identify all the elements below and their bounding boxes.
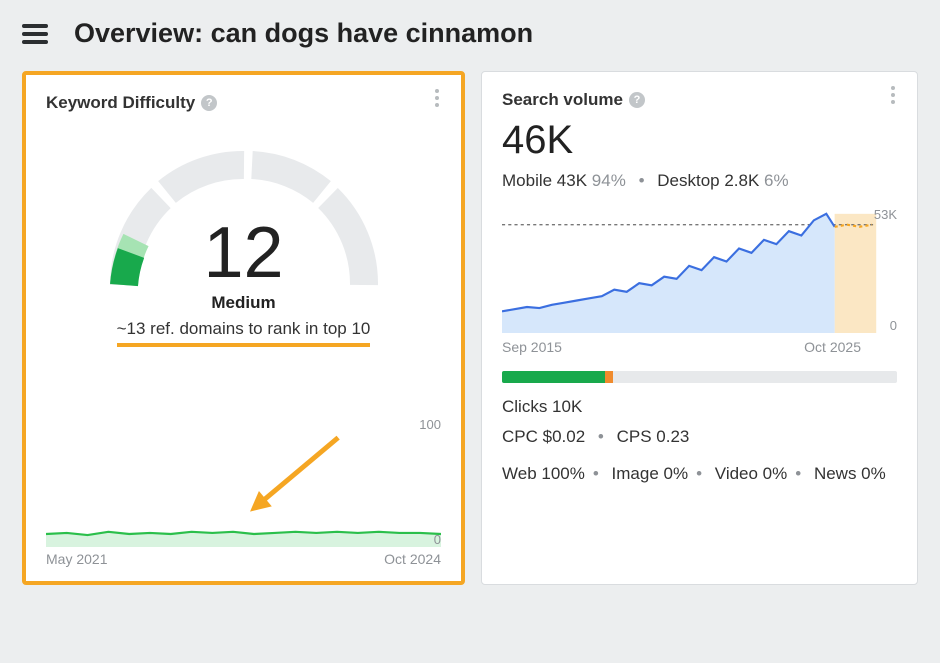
kd-x-start: May 2021	[46, 551, 107, 567]
sv-y-min: 0	[890, 318, 897, 333]
sv-x-start: Sep 2015	[502, 339, 562, 355]
sv-trend-chart: 53K 0	[502, 203, 897, 333]
kd-y-max: 100	[419, 417, 441, 432]
sv-title: Search volume	[502, 90, 623, 110]
kd-difficulty-label: Medium	[211, 293, 275, 313]
keyword-difficulty-card: Keyword Difficulty ? 12 Medium ~13 ref. …	[22, 71, 465, 585]
sv-x-end: Oct 2025	[804, 339, 861, 355]
kd-hint: ~13 ref. domains to rank in top 10	[117, 319, 371, 347]
traffic-bar	[502, 371, 897, 383]
sv-card-menu[interactable]	[885, 86, 901, 104]
search-volume-card: Search volume ? 46K Mobile 43K 94% • Des…	[481, 71, 918, 585]
hamburger-icon[interactable]	[22, 24, 48, 44]
help-icon[interactable]: ?	[629, 92, 645, 108]
help-icon[interactable]: ?	[201, 95, 217, 111]
serp-features-stat: Web 100%• Image 0%• Video 0%• News 0%	[502, 457, 897, 491]
page-title: Overview: can dogs have cinnamon	[74, 18, 533, 49]
kd-y-min: 0	[434, 532, 441, 547]
sv-y-max: 53K	[874, 207, 897, 222]
sv-device-split: Mobile 43K 94% • Desktop 2.8K 6%	[502, 171, 897, 191]
kd-card-menu[interactable]	[429, 89, 445, 107]
sv-total: 46K	[502, 118, 897, 163]
kd-history-chart: 100 0	[46, 417, 441, 547]
kd-score: 12	[203, 217, 283, 289]
kd-x-end: Oct 2024	[384, 551, 441, 567]
clicks-stat: Clicks 10K	[502, 397, 897, 417]
cpc-cps-stat: CPC $0.02 • CPS 0.23	[502, 427, 897, 447]
kd-title: Keyword Difficulty	[46, 93, 195, 113]
